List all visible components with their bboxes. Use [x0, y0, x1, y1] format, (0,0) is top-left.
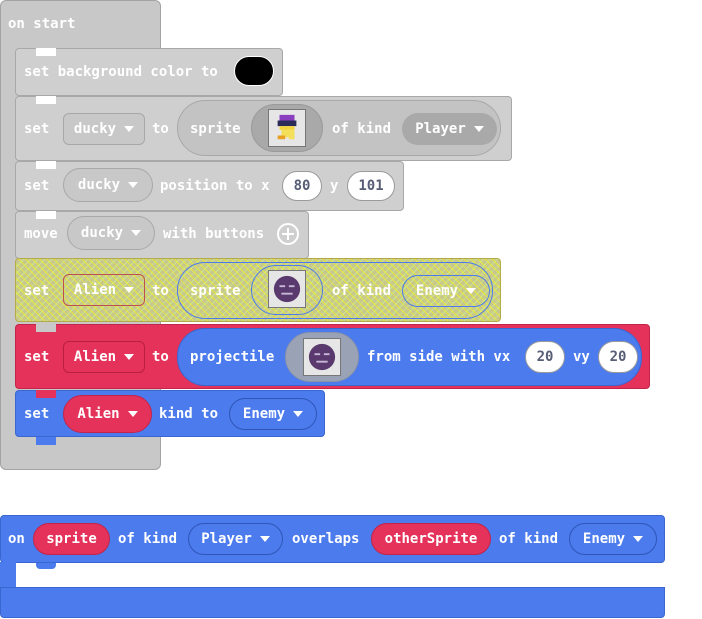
set-label: set: [24, 121, 50, 137]
var-label: ducky: [77, 177, 121, 193]
y-label: y: [330, 178, 339, 194]
y-value: 101: [358, 178, 384, 194]
ducky-dropdown[interactable]: ducky: [63, 168, 153, 202]
kind-label: Player: [201, 531, 252, 547]
set-label: set: [24, 406, 50, 422]
overlap-event-footer: [0, 587, 665, 618]
from-side-label: from side with vx: [367, 349, 511, 365]
caret-down-icon: [466, 288, 477, 294]
var-label: Alien: [77, 406, 120, 422]
vy-value: 20: [609, 349, 627, 365]
kind-label: Player: [415, 121, 466, 137]
caret-down-icon: [124, 287, 135, 293]
var-label: Alien: [73, 349, 117, 365]
sprite-label: sprite: [190, 121, 241, 137]
empty-statement-slot[interactable]: [16, 563, 665, 587]
set-label: set: [24, 283, 50, 299]
caret-down-icon: [131, 230, 142, 236]
alien-variable[interactable]: Alien: [63, 395, 152, 433]
other-sprite-variable[interactable]: otherSprite: [371, 523, 491, 555]
x-input[interactable]: 80: [282, 171, 322, 201]
alien-dropdown[interactable]: Alien: [63, 274, 145, 306]
var-label: ducky: [80, 225, 124, 241]
caret-down-icon: [128, 182, 139, 188]
caret-down-icon: [124, 126, 135, 132]
x-value: 80: [293, 178, 311, 194]
vy-label: vy: [573, 349, 590, 365]
vy-input[interactable]: 20: [598, 341, 638, 373]
overlap-event-side: [0, 562, 16, 589]
alien-sprite-icon: [303, 338, 341, 376]
var-label: ducky: [73, 121, 117, 137]
caret-down-icon: [259, 536, 270, 542]
projectile-label: projectile: [190, 349, 275, 365]
position-label: position to x: [160, 178, 270, 194]
caret-down-icon: [124, 354, 135, 360]
of-kind-label: of kind: [499, 531, 559, 547]
set-background-color-label: set background color to: [24, 64, 218, 80]
kind-label: Enemy: [242, 406, 286, 422]
player-kind-dropdown[interactable]: Player: [188, 523, 283, 555]
enemy-kind-dropdown[interactable]: Enemy: [402, 275, 490, 307]
alien-dropdown[interactable]: Alien: [63, 341, 145, 373]
set-label: set: [24, 178, 50, 194]
other-sprite-var-label: otherSprite: [384, 531, 478, 547]
move-label: move: [24, 226, 58, 242]
alien-sprite-icon: [268, 270, 306, 308]
vx-input[interactable]: 20: [525, 341, 565, 373]
kind-to-label: kind to: [159, 406, 219, 422]
move-with-buttons-block[interactable]: [15, 211, 309, 259]
to-label: to: [152, 283, 169, 299]
player-kind-dropdown[interactable]: Player: [402, 113, 497, 145]
sprite-label: sprite: [190, 283, 241, 299]
to-label: to: [152, 349, 169, 365]
to-label: to: [152, 121, 169, 137]
caret-down-icon: [293, 411, 304, 417]
kind-label: Enemy: [582, 531, 626, 547]
caret-down-icon: [473, 126, 484, 132]
of-kind-label: of kind: [118, 531, 178, 547]
duck-sprite-icon: [268, 109, 306, 147]
sprite-variable[interactable]: sprite: [33, 523, 110, 555]
color-swatch[interactable]: [234, 56, 274, 86]
y-input[interactable]: 101: [347, 171, 395, 201]
with-buttons-label: with buttons: [163, 226, 265, 242]
caret-down-icon: [127, 411, 138, 417]
set-label: set: [24, 349, 50, 365]
overlaps-label: overlaps: [292, 531, 360, 547]
enemy-kind-dropdown[interactable]: Enemy: [229, 398, 317, 430]
plus-circle-icon[interactable]: [277, 223, 299, 245]
on-start-label: on start: [8, 16, 76, 32]
enemy-kind-dropdown[interactable]: Enemy: [569, 523, 657, 555]
of-kind-label: of kind: [332, 283, 392, 299]
ducky-dropdown[interactable]: ducky: [63, 113, 145, 145]
sprite-var-label: sprite: [46, 531, 97, 547]
kind-label: Enemy: [415, 283, 459, 299]
vx-value: 20: [536, 349, 554, 365]
on-label: on: [8, 531, 25, 547]
of-kind-label: of kind: [332, 121, 392, 137]
var-label: Alien: [73, 282, 117, 298]
ducky-dropdown[interactable]: ducky: [67, 216, 155, 250]
caret-down-icon: [633, 536, 644, 542]
